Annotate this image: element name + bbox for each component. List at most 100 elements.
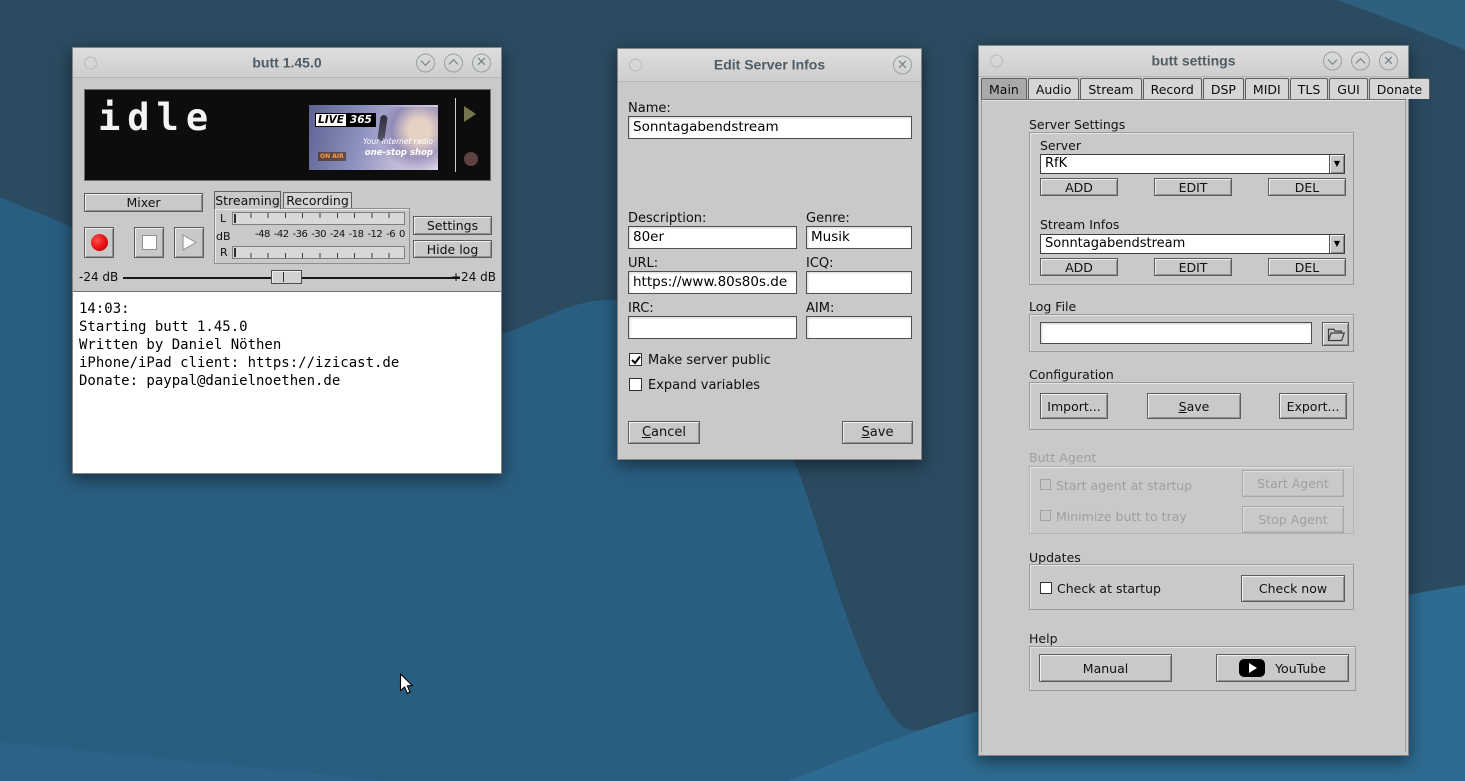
- settings-tabbar: Main Audio Stream Record DSP MIDI TLS GU…: [981, 78, 1431, 99]
- close-icon: ×: [897, 58, 908, 71]
- settings-button[interactable]: Settings: [413, 216, 492, 235]
- tab-recording[interactable]: Recording: [283, 192, 352, 209]
- 365-logo-text: 365: [347, 113, 376, 127]
- config-save-button[interactable]: Save: [1147, 393, 1241, 419]
- tab-dsp[interactable]: DSP: [1203, 78, 1244, 99]
- tab-main[interactable]: Main: [981, 78, 1027, 99]
- dialog-title: Edit Server Infos: [618, 57, 921, 73]
- log-line: iPhone/iPad client: https://izicast.de: [79, 354, 495, 372]
- url-field[interactable]: https://www.80s80s.de: [628, 271, 797, 294]
- tab-tls[interactable]: TLS: [1290, 78, 1329, 99]
- minimize-button[interactable]: [416, 53, 435, 72]
- log-file-group: [1029, 314, 1354, 352]
- dialog-titlebar[interactable]: Edit Server Infos ×: [618, 49, 921, 82]
- tab-stream[interactable]: Stream: [1080, 78, 1141, 99]
- tab-gui[interactable]: GUI: [1329, 78, 1368, 99]
- close-button[interactable]: ×: [472, 53, 491, 72]
- chevron-up-icon: [449, 59, 459, 69]
- hide-log-button[interactable]: Hide log: [413, 240, 492, 258]
- main-window: butt 1.45.0 × idle LIVE 365 Your interne…: [72, 47, 502, 474]
- close-button[interactable]: ×: [893, 56, 912, 75]
- start-agent-at-startup-label: Start agent at startup: [1056, 478, 1192, 493]
- play-button[interactable]: [174, 227, 204, 258]
- scale-tick-label: -48: [255, 229, 270, 242]
- aim-field[interactable]: [806, 316, 912, 339]
- butt-agent-section-label: Butt Agent: [1029, 450, 1096, 465]
- make-server-public-checkbox[interactable]: [629, 353, 642, 366]
- youtube-button-label: YouTube: [1275, 661, 1326, 676]
- stream-add-button[interactable]: ADD: [1040, 258, 1118, 276]
- configuration-group: Import... Save Export...: [1029, 382, 1354, 430]
- server-dropdown[interactable]: RfK ▼: [1040, 154, 1345, 174]
- mixer-button[interactable]: Mixer: [84, 193, 203, 212]
- minimize-to-tray-label: Minimize butt to tray: [1056, 509, 1187, 524]
- ad-record-icon[interactable]: [464, 152, 478, 166]
- scale-tick-label: -12: [367, 229, 382, 242]
- maximize-button[interactable]: [1351, 52, 1370, 71]
- tab-audio[interactable]: Audio: [1028, 78, 1080, 99]
- stream-infos-dropdown[interactable]: Sonntagabendstream ▼: [1040, 234, 1345, 254]
- close-icon: ×: [1383, 54, 1394, 67]
- youtube-button[interactable]: YouTube: [1216, 654, 1349, 682]
- stop-button[interactable]: [134, 227, 164, 258]
- tab-streaming[interactable]: Streaming: [214, 191, 281, 209]
- scale-tick-label: -36: [292, 229, 307, 242]
- chevron-down-icon: [421, 56, 431, 66]
- browse-log-file-button[interactable]: [1322, 322, 1349, 346]
- dropdown-arrow-icon[interactable]: ▼: [1329, 235, 1344, 253]
- log-line: 14:03:: [79, 300, 495, 318]
- log-file-input[interactable]: [1040, 322, 1312, 344]
- scale-tick-label: -18: [349, 229, 364, 242]
- url-label: URL:: [628, 256, 658, 271]
- del-button-label: DEL: [1295, 260, 1320, 275]
- irc-field[interactable]: [628, 316, 797, 339]
- save-button[interactable]: Save: [842, 421, 913, 444]
- genre-field[interactable]: Musik: [806, 226, 912, 249]
- server-settings-group: Server RfK ▼ ADD EDIT DEL Stream Infos S…: [1029, 132, 1354, 285]
- log-file-section-label: Log File: [1029, 299, 1076, 314]
- check-now-button[interactable]: Check now: [1241, 575, 1345, 602]
- server-add-button[interactable]: ADD: [1040, 178, 1118, 196]
- volume-max-label: +24 dB: [451, 270, 496, 284]
- close-button[interactable]: ×: [1379, 52, 1398, 71]
- record-button[interactable]: [84, 227, 114, 258]
- server-del-button[interactable]: DEL: [1268, 178, 1346, 196]
- server-dropdown-value: RfK: [1045, 156, 1067, 171]
- stream-del-button[interactable]: DEL: [1268, 258, 1346, 276]
- stream-edit-button[interactable]: EDIT: [1154, 258, 1232, 276]
- tab-donate[interactable]: Donate: [1369, 78, 1430, 99]
- edit-button-label: EDIT: [1179, 260, 1208, 275]
- tab-record[interactable]: Record: [1143, 78, 1202, 99]
- live365-ad-banner[interactable]: LIVE 365 Your internet radio one-stop sh…: [309, 105, 438, 170]
- dropdown-arrow-icon[interactable]: ▼: [1329, 155, 1344, 173]
- scale-tick-label: -24: [330, 229, 345, 242]
- import-button[interactable]: Import...: [1040, 393, 1108, 419]
- description-field[interactable]: 80er: [628, 226, 797, 249]
- expand-variables-checkbox[interactable]: [629, 378, 642, 391]
- chevron-down-icon: [1328, 55, 1338, 65]
- volume-slider-thumb[interactable]: [271, 270, 302, 284]
- chevron-up-icon: [1356, 58, 1366, 68]
- minimize-button[interactable]: [1323, 52, 1342, 71]
- maximize-button[interactable]: [444, 53, 463, 72]
- export-button[interactable]: Export...: [1279, 393, 1347, 419]
- tab-midi[interactable]: MIDI: [1245, 78, 1289, 99]
- server-edit-button[interactable]: EDIT: [1154, 178, 1232, 196]
- live-logo-text: LIVE: [315, 113, 347, 127]
- icq-field[interactable]: [806, 271, 912, 294]
- check-at-startup-checkbox[interactable]: [1040, 582, 1052, 594]
- stream-status: idle: [98, 96, 215, 139]
- hide-log-button-label: Hide log: [427, 242, 479, 257]
- config-save-button-label: Save: [1179, 399, 1210, 414]
- ad-play-icon[interactable]: [464, 106, 476, 122]
- main-window-titlebar[interactable]: butt 1.45.0 ×: [73, 48, 501, 78]
- manual-button[interactable]: Manual: [1039, 654, 1172, 682]
- name-field[interactable]: Sonntagabendstream: [628, 116, 912, 139]
- scale-tick-label: -30: [311, 229, 326, 242]
- meter-scale: -48 -42 -36 -30 -24 -18 -12 -6 0: [232, 229, 405, 242]
- help-section-label: Help: [1029, 631, 1058, 646]
- cancel-button[interactable]: Cancel: [628, 421, 700, 444]
- irc-label: IRC:: [628, 301, 654, 316]
- add-button-label: ADD: [1065, 180, 1093, 195]
- settings-titlebar[interactable]: butt settings ×: [979, 46, 1408, 77]
